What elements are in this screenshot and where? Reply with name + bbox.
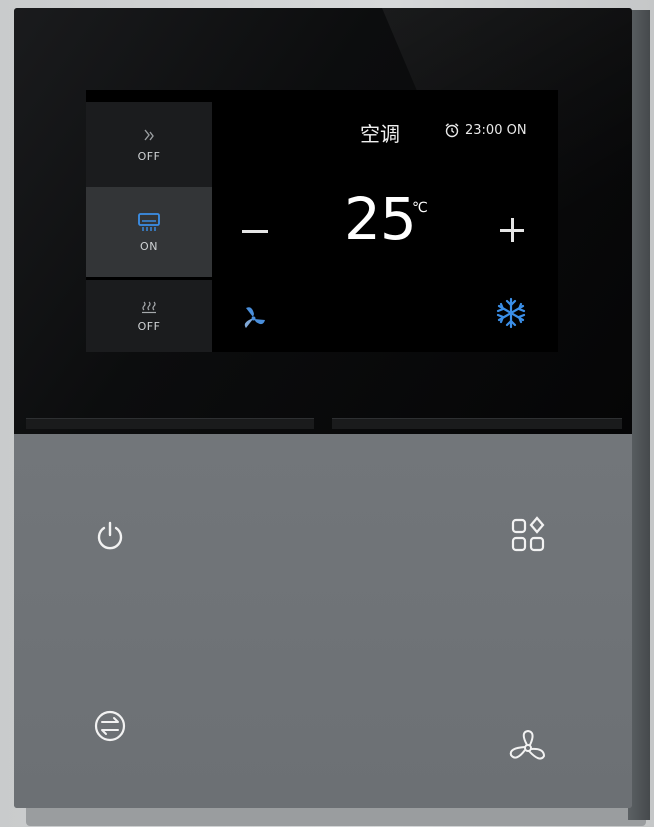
- mode-label: 空调: [360, 122, 400, 146]
- ac-control-area: 空调 23:00 ON 25 ℃: [212, 90, 558, 352]
- glass-top: OFF ON OFF 空调 23:00 ON 25 ℃: [14, 8, 632, 434]
- mode-switch-button[interactable]: [88, 704, 132, 748]
- snowflake-icon[interactable]: [494, 296, 528, 330]
- alarm-clock-icon: [445, 123, 459, 138]
- fan-button[interactable]: [506, 726, 550, 770]
- mode-switch-icon: [94, 710, 126, 742]
- sidebar-item-label: ON: [140, 239, 158, 253]
- fan-icon: [509, 729, 546, 760]
- sidebar-item-floor-heat[interactable]: OFF: [86, 102, 212, 188]
- glass-edge-left: [26, 418, 314, 429]
- thermostat-panel: OFF ON OFF 空调 23:00 ON 25 ℃: [14, 8, 632, 808]
- fan-speed-icon[interactable]: [240, 304, 268, 332]
- sidebar-item-heating[interactable]: OFF: [86, 280, 212, 352]
- temperature-value: 25: [344, 185, 417, 253]
- decrease-temp-button[interactable]: [242, 230, 268, 233]
- glass-edge-right: [332, 418, 622, 429]
- air-conditioner-icon: [138, 212, 160, 231]
- sidebar-item-label: OFF: [137, 319, 161, 333]
- touch-button-area: [14, 434, 632, 808]
- sidebar-item-air-conditioner[interactable]: ON: [86, 187, 212, 277]
- plus-vertical: [510, 218, 514, 242]
- temperature-unit: ℃: [412, 200, 428, 216]
- device-sidebar: OFF ON OFF: [86, 90, 212, 352]
- timer-text: 23:00 ON: [465, 122, 527, 138]
- scenes-grid-icon: [511, 516, 545, 552]
- scenes-button[interactable]: [506, 514, 550, 558]
- floor-heat-icon: [144, 129, 154, 140]
- power-button[interactable]: [88, 514, 132, 558]
- heating-icon: [142, 301, 156, 313]
- lcd-screen: OFF ON OFF 空调 23:00 ON 25 ℃: [86, 90, 558, 352]
- timer-status[interactable]: 23:00 ON: [444, 122, 527, 138]
- sidebar-item-label: OFF: [137, 149, 161, 163]
- power-icon: [97, 521, 123, 550]
